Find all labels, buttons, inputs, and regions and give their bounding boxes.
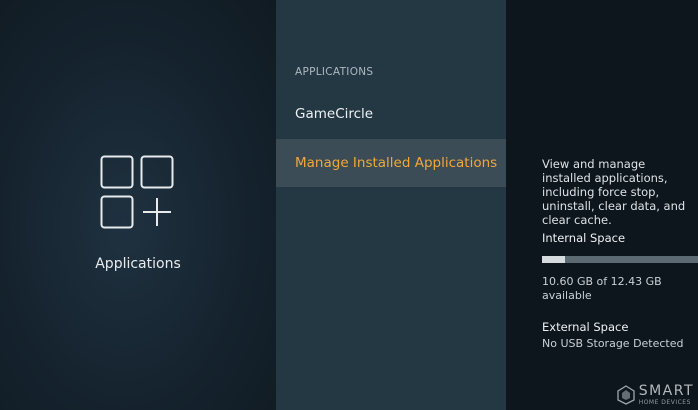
internal-storage-bar: [542, 256, 698, 263]
menu-pane: APPLICATIONS GameCircle Manage Installed…: [276, 0, 506, 410]
external-space-title: External Space: [542, 320, 629, 334]
category-label: Applications: [95, 256, 181, 272]
watermark-brand: SMART: [638, 383, 694, 399]
external-space-value: No USB Storage Detected: [542, 337, 684, 350]
menu-section-header: APPLICATIONS: [295, 66, 374, 78]
menu-item-gamecircle[interactable]: GameCircle: [276, 90, 506, 138]
internal-space-title: Internal Space: [542, 231, 626, 245]
menu-item-manage-installed-applications[interactable]: Manage Installed Applications: [276, 139, 506, 187]
applications-grid-plus-icon: [100, 155, 174, 229]
details-pane: View and manage installed applications, …: [506, 0, 698, 410]
watermark-subtitle: HOME DEVICES: [638, 399, 691, 406]
internal-storage-bar-fill: [542, 256, 566, 263]
item-description: View and manage installed applications, …: [542, 157, 686, 227]
watermark-logo: SMART HOME DEVICES: [617, 384, 694, 406]
home-logo-icon: [617, 385, 635, 405]
internal-space-value: 10.60 GB of 12.43 GB available: [542, 275, 662, 302]
category-pane: Applications: [0, 0, 276, 410]
